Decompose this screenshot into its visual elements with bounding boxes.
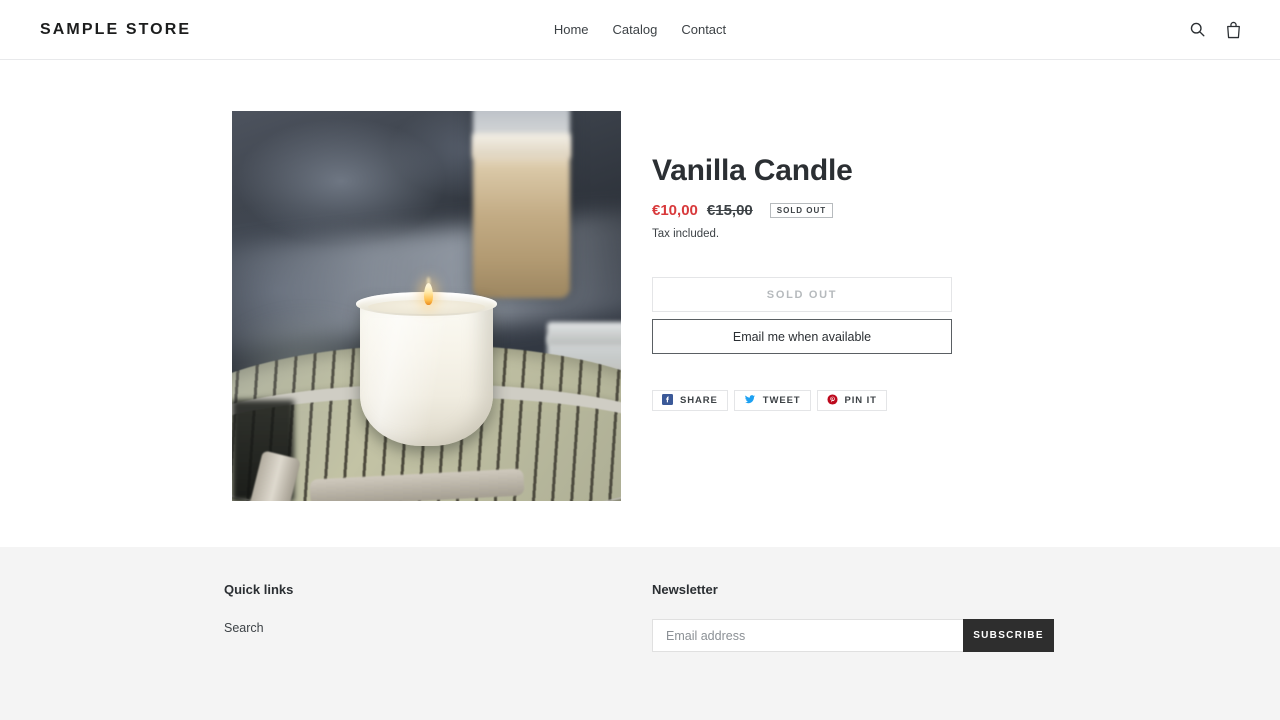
twitter-icon — [744, 394, 756, 408]
footer-newsletter: Newsletter SUBSCRIBE — [652, 582, 1072, 652]
product-image[interactable] — [232, 111, 621, 501]
page-title: Vanilla Candle — [652, 154, 853, 187]
share-facebook-button[interactable]: SHARE — [652, 390, 728, 411]
share-twitter-label: TWEET — [762, 395, 801, 406]
share-pinterest-button[interactable]: PIN IT — [816, 390, 887, 411]
site-header: SAMPLE STORE Home Catalog Contact — [0, 0, 1280, 60]
site-footer: Quick links Search Newsletter SUBSCRIBE — [0, 547, 1280, 720]
share-pinterest-label: PIN IT — [844, 395, 877, 406]
shopping-bag-icon[interactable] — [1222, 19, 1244, 41]
quick-links-heading: Quick links — [224, 582, 294, 597]
nav-item-catalog[interactable]: Catalog — [613, 23, 658, 36]
share-twitter-button[interactable]: TWEET — [733, 390, 811, 411]
newsletter-heading: Newsletter — [652, 582, 718, 597]
latte-foam — [473, 134, 571, 158]
newsletter-subscribe-button[interactable]: SUBSCRIBE — [963, 619, 1054, 652]
facebook-icon — [662, 393, 673, 408]
price-compare-at: €15,00 — [706, 201, 753, 219]
share-buttons: SHARE TWEET PIN IT — [652, 390, 1072, 411]
sold-out-button: SOLD OUT — [652, 277, 952, 312]
search-icon[interactable] — [1186, 19, 1208, 41]
footer-quick-links: Quick links Search — [224, 582, 524, 637]
tax-note: Tax included. — [652, 228, 720, 240]
glass-jar-lid — [547, 321, 621, 345]
candle-body — [360, 298, 493, 447]
notify-me-button[interactable]: Email me when available — [652, 319, 952, 354]
footer-link-search[interactable]: Search — [224, 621, 264, 635]
nav-item-contact[interactable]: Contact — [681, 23, 726, 36]
pinterest-icon — [826, 393, 838, 408]
product-section: Vanilla Candle €10,00 €15,00 SOLD OUT Ta… — [0, 60, 1280, 547]
header-icon-group — [1186, 0, 1244, 59]
share-facebook-label: SHARE — [680, 395, 718, 406]
newsletter-email-input[interactable] — [652, 619, 963, 652]
main-navigation: Home Catalog Contact — [0, 0, 1280, 59]
newsletter-form: SUBSCRIBE — [652, 619, 1054, 652]
price-row: €10,00 €15,00 SOLD OUT — [652, 201, 1072, 219]
product-details: Vanilla Candle €10,00 €15,00 SOLD OUT Ta… — [652, 153, 1072, 411]
status-badge: SOLD OUT — [769, 202, 834, 218]
nav-item-home[interactable]: Home — [554, 23, 589, 36]
price-sale: €10,00 — [652, 201, 698, 219]
buy-buttons: SOLD OUT Email me when available — [652, 277, 1072, 354]
product-photo-illustration — [232, 111, 621, 501]
